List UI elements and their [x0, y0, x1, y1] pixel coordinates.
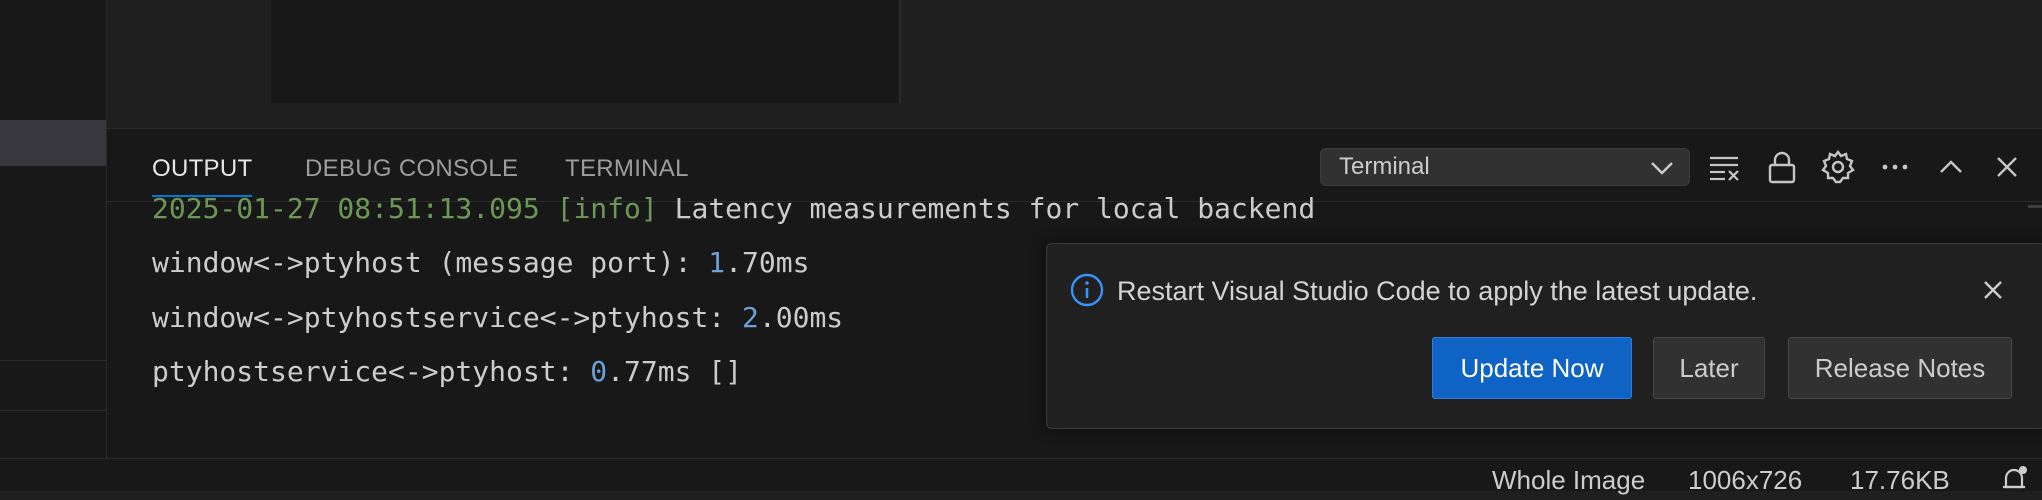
log-line: window<->ptyhostservice<->ptyhost: 2.00m… [152, 301, 844, 334]
panel-header [107, 129, 2042, 202]
status-image-label[interactable]: Whole Image [1492, 465, 1645, 496]
sidebar-divider [0, 410, 106, 411]
update-now-button[interactable]: Update Now [1432, 337, 1632, 399]
log-line: window<->ptyhost (message port): 1.70ms [152, 246, 810, 279]
sidebar [0, 0, 107, 458]
status-file-size[interactable]: 17.76KB [1850, 465, 1950, 496]
scrollbar[interactable] [2028, 205, 2042, 208]
notification-bell-icon[interactable] [1998, 463, 2030, 495]
image-preview [271, 0, 901, 103]
later-button[interactable]: Later [1653, 337, 1765, 399]
close-icon[interactable] [1977, 274, 2009, 306]
log-line: ptyhostservice<->ptyhost: 0.77ms [] [152, 355, 743, 388]
info-icon [1069, 272, 1105, 308]
status-bar: Whole Image 1006x726 17.76KB [0, 458, 2042, 495]
notification-message: Restart Visual Studio Code to apply the … [1117, 276, 1758, 306]
status-dimensions[interactable]: 1006x726 [1688, 465, 1802, 496]
release-notes-button[interactable]: Release Notes [1788, 337, 2012, 399]
update-notification: Restart Visual Studio Code to apply the … [1046, 243, 2042, 429]
sidebar-divider [0, 360, 106, 361]
sidebar-selected-item[interactable] [0, 120, 106, 166]
